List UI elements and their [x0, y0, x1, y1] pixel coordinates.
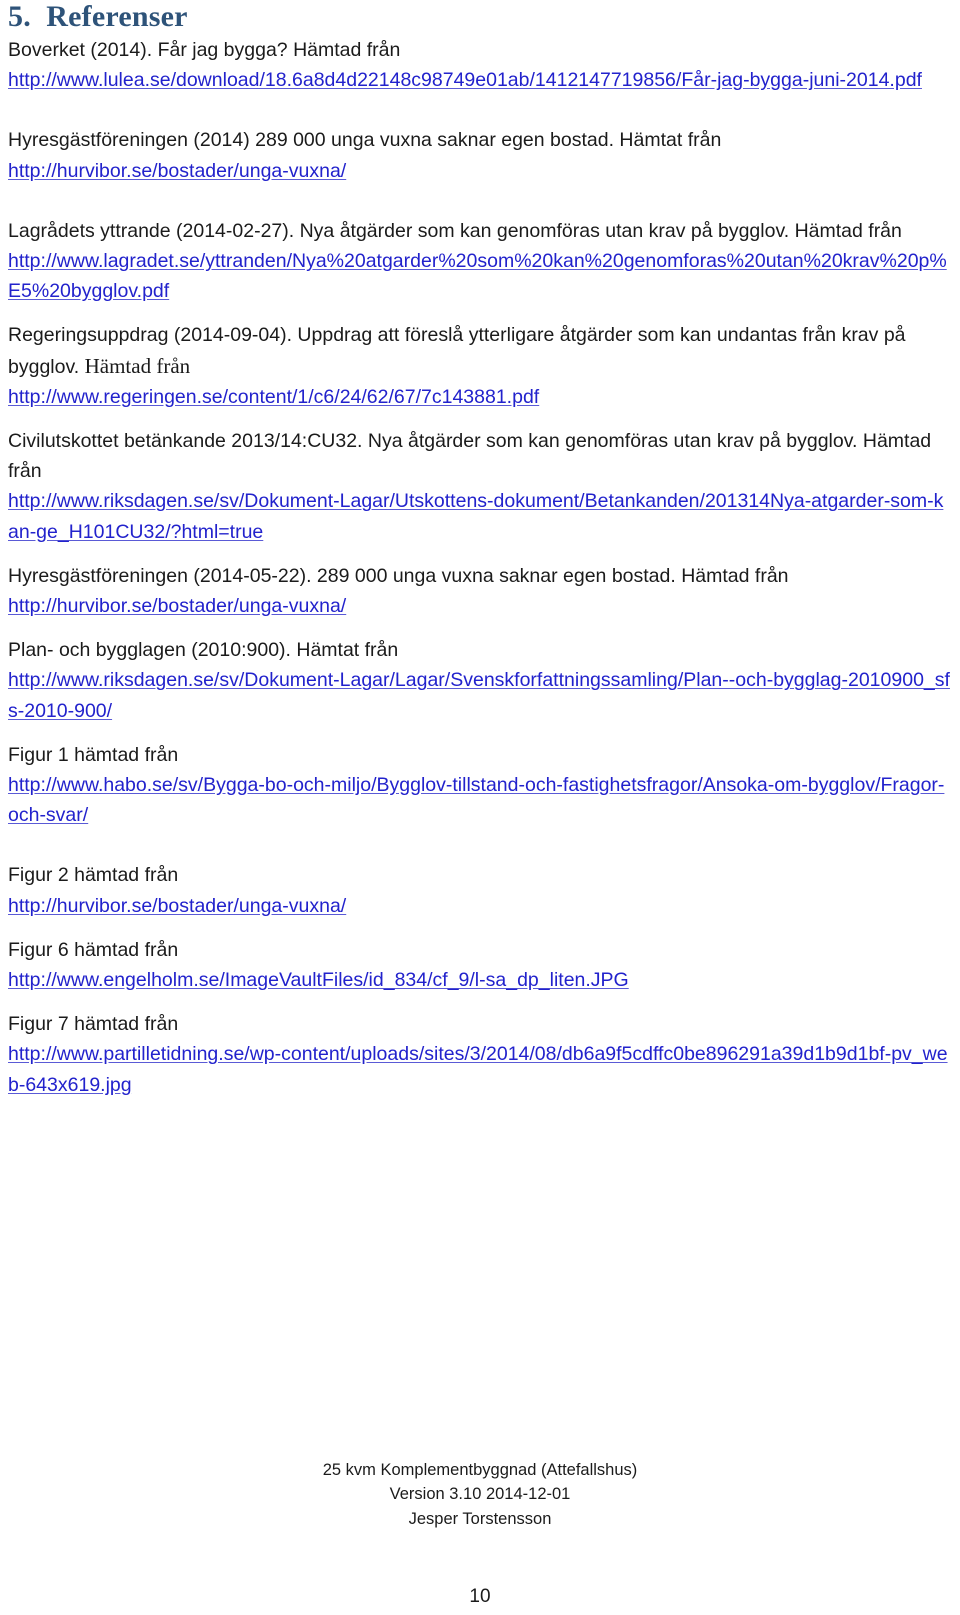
- reference-link-figur-1[interactable]: http://www.habo.se/sv/Bygga-bo-och-miljo…: [8, 774, 944, 826]
- reference-link-regeringsuppdrag[interactable]: http://www.regeringen.se/content/1/c6/24…: [8, 386, 539, 408]
- reference-entry-figur-1: Figur 1 hämtad från: [8, 740, 950, 770]
- reference-url-row-plan-och-bygglagen: http://www.riksdagen.se/sv/Dokument-Laga…: [8, 665, 950, 725]
- reference-text-serif: Hämtad från: [84, 353, 191, 378]
- reference-text: Boverket (2014). Får jag bygga? Hämtad f…: [8, 39, 401, 61]
- reference-url-row-boverket: http://www.lulea.se/download/18.6a8d4d22…: [8, 65, 950, 95]
- reference-text: Figur 1 hämtad från: [8, 743, 179, 766]
- reference-text: Figur 2 hämtad från: [8, 864, 179, 887]
- reference-url-row-figur-1: http://www.habo.se/sv/Bygga-bo-och-miljo…: [8, 770, 950, 830]
- reference-url-row-figur-6: http://www.engelholm.se/ImageVaultFiles/…: [8, 965, 950, 995]
- reference-text: Plan- och bygglagen (2010:900). Hämtat f…: [8, 639, 399, 662]
- footer-author: Jesper Torstensson: [408, 1509, 552, 1528]
- reference-link-civilutskottet[interactable]: http://www.riksdagen.se/sv/Dokument-Laga…: [8, 490, 943, 542]
- reference-text: Figur 6 hämtad från: [8, 938, 179, 961]
- reference-entry-figur-6: Figur 6 hämtad från: [8, 935, 950, 965]
- reference-url-row-civilutskottet: http://www.riksdagen.se/sv/Dokument-Laga…: [8, 486, 950, 546]
- reference-text: Hyresgästföreningen (2014) 289 000 unga …: [8, 129, 722, 152]
- reference-entry-hyresgastforeningen-2014-05-22: Hyresgästföreningen (2014-05-22). 289 00…: [8, 561, 950, 591]
- page-number: 10: [469, 1586, 491, 1607]
- reference-entry-lagradets-yttrande: Lagrådets yttrande (2014-02-27). Nya åtg…: [8, 216, 950, 246]
- reference-link-hyresgastforeningen-2014-05-22[interactable]: http://hurvibor.se/bostader/unga-vuxna/: [8, 595, 346, 617]
- reference-entry-regeringsuppdrag: Regeringsuppdrag (2014-09-04). Uppdrag a…: [8, 320, 950, 381]
- reference-text: Hyresgästföreningen (2014-05-22). 289 00…: [8, 564, 789, 587]
- reference-url-row-hyresgastforeningen-2014-05-22: http://hurvibor.se/bostader/unga-vuxna/: [8, 591, 950, 621]
- reference-link-boverket[interactable]: http://www.lulea.se/download/18.6a8d4d22…: [8, 69, 922, 91]
- reference-entry-boverket: Boverket (2014). Får jag bygga? Hämtad f…: [8, 35, 950, 65]
- reference-url-row-hyresgastforeningen-2014: http://hurvibor.se/bostader/unga-vuxna/: [8, 156, 950, 186]
- footer-document-title: 25 kvm Komplementbyggnad (Attefallshus): [322, 1460, 638, 1479]
- page-title: 5. Referenser: [8, 0, 188, 33]
- reference-link-figur-7[interactable]: http://www.partilletidning.se/wp-content…: [8, 1043, 948, 1095]
- reference-text: Civilutskottet betänkande 2013/14:CU32. …: [8, 430, 932, 483]
- reference-entry-figur-7: Figur 7 hämtad från: [8, 1009, 950, 1039]
- reference-link-figur-2[interactable]: http://hurvibor.se/bostader/unga-vuxna/: [8, 895, 346, 917]
- reference-entry-hyresgastforeningen-2014: Hyresgästföreningen (2014) 289 000 unga …: [8, 125, 950, 155]
- page-footer: 25 kvm Komplementbyggnad (Attefallshus) …: [0, 1458, 960, 1532]
- reference-url-row-figur-2: http://hurvibor.se/bostader/unga-vuxna/: [8, 891, 950, 921]
- reference-entry-figur-2: Figur 2 hämtad från: [8, 860, 950, 890]
- reference-text: Lagrådets yttrande (2014-02-27). Nya åtg…: [8, 219, 902, 242]
- reference-link-hyresgastforeningen-2014[interactable]: http://hurvibor.se/bostader/unga-vuxna/: [8, 160, 346, 182]
- reference-link-figur-6[interactable]: http://www.engelholm.se/ImageVaultFiles/…: [8, 969, 629, 991]
- reference-link-lagradets-yttrande[interactable]: http://www.lagradet.se/yttranden/Nya%20a…: [8, 250, 947, 302]
- document-page: 5. Referenser Boverket (2014). Får jag b…: [0, 0, 960, 1615]
- reference-entry-civilutskottet: Civilutskottet betänkande 2013/14:CU32. …: [8, 426, 950, 486]
- reference-link-plan-och-bygglagen[interactable]: http://www.riksdagen.se/sv/Dokument-Laga…: [8, 669, 950, 721]
- reference-url-row-figur-7: http://www.partilletidning.se/wp-content…: [8, 1039, 950, 1099]
- reference-text: Figur 7 hämtad från: [8, 1013, 179, 1036]
- reference-entry-plan-och-bygglagen: Plan- och bygglagen (2010:900). Hämtat f…: [8, 635, 950, 665]
- reference-url-row-lagradets-yttrande: http://www.lagradet.se/yttranden/Nya%20a…: [8, 246, 950, 306]
- reference-url-row-regeringsuppdrag: http://www.regeringen.se/content/1/c6/24…: [8, 382, 950, 412]
- footer-version: Version 3.10 2014-12-01: [389, 1485, 571, 1503]
